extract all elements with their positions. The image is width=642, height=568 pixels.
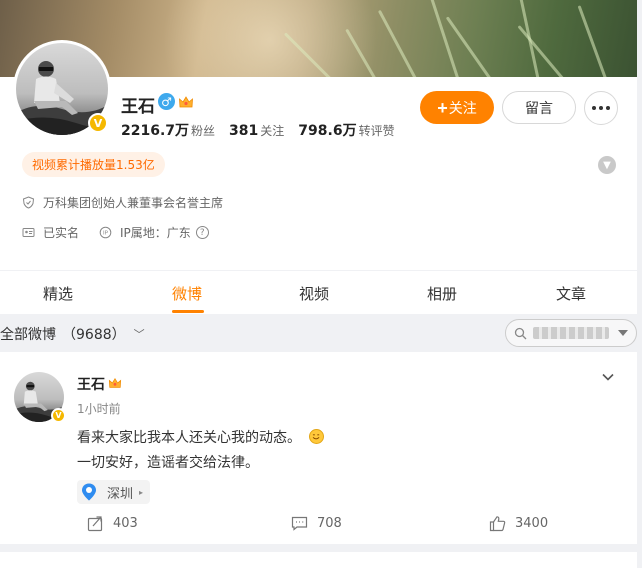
profile-name: 王石 (121, 97, 155, 117)
active-tab-indicator (172, 310, 204, 313)
profile-description: 万科集团创始人兼董事会名誉主席 (43, 196, 224, 210)
search-placeholder (533, 327, 609, 339)
followers-count[interactable]: 2216.7万 (121, 120, 189, 140)
shield-icon (22, 196, 35, 209)
search-icon (514, 327, 527, 339)
filter-row: 全部微博 （9688） ﹀ (0, 314, 637, 352)
help-icon[interactable]: ? (195, 226, 209, 239)
expand-icon[interactable]: ▼ (598, 156, 616, 174)
tab-featured[interactable]: 精选 (43, 283, 73, 304)
post-verified-badge: V (51, 408, 66, 423)
profile-header: V 王石 ♂ 2216.7万 粉丝 381 关注 798.6万 转评赞 + 关注… (0, 0, 637, 270)
tab-album[interactable]: 相册 (427, 283, 457, 304)
verified-badge: V (88, 113, 108, 133)
post-line: 一切安好，造谣者交给法律。 (77, 455, 259, 471)
message-label: 留言 (525, 99, 553, 116)
post-timestamp[interactable]: 1小时前 (77, 400, 121, 417)
video-views-badge[interactable]: 视频累计播放量1.53亿 (22, 152, 165, 177)
location-pin-icon (82, 483, 96, 501)
tab-articles[interactable]: 文章 (556, 283, 586, 304)
gender-male-icon: ♂ (158, 93, 175, 110)
chevron-down-icon: ﹀ (133, 328, 145, 341)
location-name: 深圳 (107, 486, 134, 502)
thumbs-up-icon (489, 516, 506, 532)
real-name-status: 已实名 (43, 226, 80, 240)
like-count: 3400 (515, 516, 549, 531)
crown-icon[interactable] (178, 94, 194, 110)
engagement-label: 转评赞 (358, 124, 395, 138)
profile-page: V 王石 ♂ 2216.7万 粉丝 381 关注 798.6万 转评赞 + 关注… (0, 0, 642, 568)
followers-label[interactable]: 粉丝 (191, 122, 215, 139)
chevron-down-icon[interactable] (601, 370, 615, 384)
more-icon[interactable] (584, 91, 618, 125)
smile-emoji-icon (309, 429, 324, 444)
post-content: 看来大家比我本人还关心我的动态。 一切安好，造谣者交给法律。 (77, 426, 324, 476)
like-button[interactable]: 3400 (489, 515, 548, 532)
message-button[interactable]: 留言 (502, 91, 576, 124)
post-avatar[interactable]: V (14, 372, 66, 423)
description-row: 万科集团创始人兼董事会名誉主席 (22, 194, 223, 211)
profile-stats: 2216.7万 粉丝 381 关注 798.6万 转评赞 (121, 120, 409, 140)
ip-icon: IP (99, 226, 112, 239)
ip-location: IP属地：广东 (120, 226, 191, 240)
search-dropdown-icon[interactable] (618, 330, 628, 336)
follow-button[interactable]: + 关注 (420, 91, 494, 124)
identity-row: 已实名 IP IP属地：广东 ? (22, 224, 209, 241)
following-label[interactable]: 关注 (260, 122, 284, 139)
repost-icon (87, 516, 103, 532)
profile-tabs: 精选 微博 视频 相册 文章 (0, 271, 637, 314)
tab-video[interactable]: 视频 (299, 283, 329, 304)
profile-avatar[interactable]: V (13, 40, 111, 138)
post-search-input[interactable] (505, 319, 637, 347)
next-post-card (0, 552, 637, 568)
post-count: （9688） (62, 327, 126, 343)
crown-icon[interactable] (108, 376, 122, 390)
repost-count: 403 (113, 516, 138, 531)
id-card-icon (22, 228, 35, 237)
comment-icon (291, 516, 308, 531)
comment-button[interactable]: 708 (291, 515, 342, 532)
location-tag[interactable]: 深圳 ▸ (77, 480, 151, 504)
follow-label: 关注 (448, 99, 477, 116)
filter-label: 全部微博 (0, 327, 56, 343)
plus-icon: + (437, 97, 448, 118)
chevron-right-icon: ▸ (139, 487, 144, 497)
comment-count: 708 (317, 516, 342, 531)
tab-weibo[interactable]: 微博 (172, 283, 202, 304)
post-line: 看来大家比我本人还关心我的动态。 (77, 430, 301, 446)
repost-button[interactable]: 403 (87, 515, 138, 532)
engagement-count: 798.6万 (298, 123, 357, 139)
svg-text:IP: IP (103, 231, 109, 237)
post-author[interactable]: 王石 (77, 374, 105, 394)
post-card: V 王石 1小时前 看来大家比我本人还关心我的动态。 一切安好，造谣者交给法律。… (0, 352, 637, 544)
post-filter-dropdown[interactable]: 全部微博 （9688） ﹀ (0, 324, 145, 344)
following-count[interactable]: 381 (229, 123, 258, 139)
